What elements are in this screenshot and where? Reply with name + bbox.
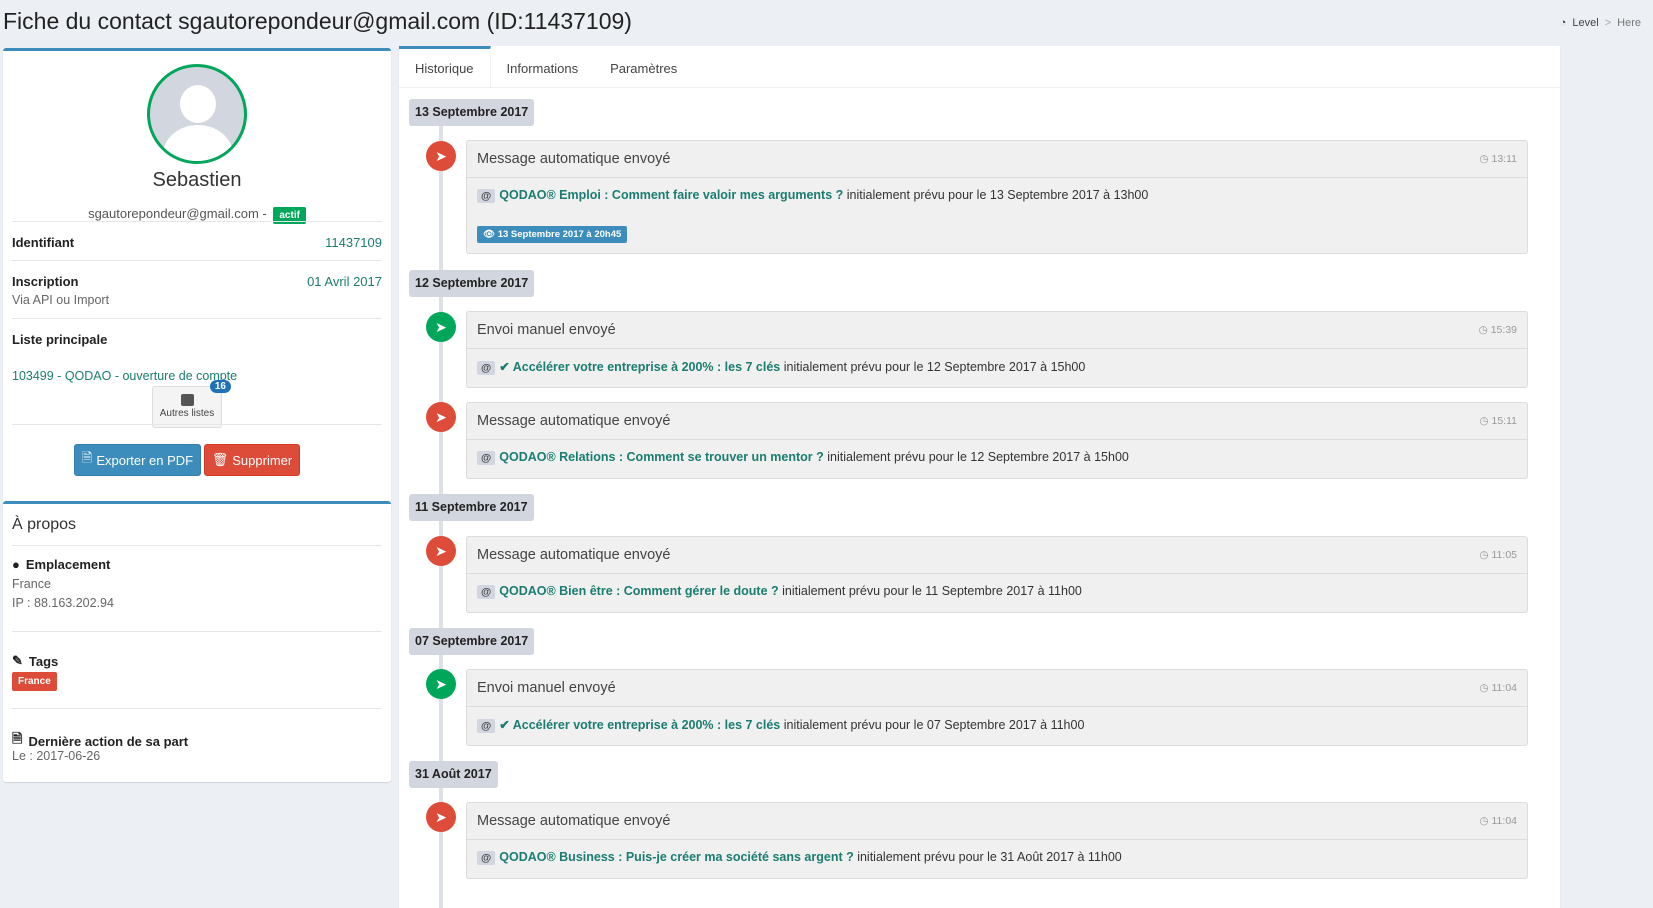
timeline-date: 31 Août 2017: [409, 761, 498, 788]
profile-box: Sebastien sgautorepondeur@gmail.com - ac…: [3, 48, 391, 508]
message-planned: initialement prévu pour le 12 Septembre …: [823, 450, 1129, 464]
page-title: Fiche du contact sgautorepondeur@gmail.c…: [3, 8, 632, 34]
liste-principale-label: Liste principale: [12, 332, 108, 347]
message-subject-link[interactable]: QODAO® Relations : Comment se trouver un…: [499, 450, 824, 464]
tab-informations[interactable]: Informations: [491, 46, 595, 88]
export-pdf-label: Exporter en PDF: [96, 452, 194, 468]
inscription-label: Inscription: [12, 274, 79, 289]
inscription-via: Via API ou Import: [12, 293, 110, 307]
rocket-icon: ➤: [426, 141, 456, 171]
rocket-icon: ➤: [426, 802, 456, 832]
message-subject-link[interactable]: ✔ Accélérer votre entreprise à 200% : le…: [499, 718, 780, 732]
contact-email-line: sgautorepondeur@gmail.com - actif: [3, 206, 391, 224]
tab-historique[interactable]: Historique: [399, 46, 491, 88]
email-icon: @: [477, 361, 496, 375]
message-subject-link[interactable]: ✔ Accélérer votre entreprise à 200% : le…: [499, 360, 780, 374]
tab-parametres[interactable]: Paramètres: [594, 46, 693, 88]
message-planned: initialement prévu pour le 07 Septembre …: [780, 718, 1085, 732]
liste-principale-link[interactable]: 103499 - QODAO - ouverture de compte: [12, 369, 237, 383]
avatar: [147, 64, 247, 164]
autres-listes-button[interactable]: Autres listes 16: [152, 380, 231, 428]
tab-bar: Historique Informations Paramètres: [399, 46, 1560, 88]
tag-badge[interactable]: France: [12, 672, 57, 691]
email-icon: @: [477, 851, 496, 865]
about-box: À propos ● Emplacement France IP : 88.16…: [3, 501, 391, 782]
last-action-label: Dernière action de sa part: [28, 733, 189, 749]
country-value: France: [12, 577, 51, 591]
contact-name: Sebastien: [152, 169, 242, 191]
delete-button[interactable]: 🗑 Supprimer: [204, 444, 300, 476]
timeline-item-title: Message automatique envoyé: [477, 151, 671, 167]
timeline-date: 12 Septembre 2017: [409, 270, 535, 297]
tab-panel: Historique Informations Paramètres 13 Se…: [399, 46, 1560, 908]
timeline-item: Message automatique envoyé ◷ 15:11 @ QODAO…: [466, 402, 1528, 479]
message-planned: initialement prévu pour le 11 Septembre …: [778, 584, 1082, 598]
timeline-item-time: ◷ 13:11: [1479, 153, 1517, 165]
timeline-item: Message automatique envoyé ◷ 11:04 @ QODAO…: [466, 802, 1528, 879]
dashboard-icon: ◔: [1559, 17, 1567, 29]
paper-plane-icon: ➤: [426, 669, 456, 699]
timeline-date: 11 Septembre 2017: [409, 494, 534, 521]
email-icon: @: [477, 189, 496, 203]
breadcrumb: ◔ Level > Here: [1560, 17, 1641, 29]
rocket-icon: ➤: [426, 402, 456, 432]
timeline-item-title: Envoi manuel envoyé: [477, 322, 616, 338]
timeline-item: Message automatique envoyé ◷ 13:11 @ QODAO…: [466, 140, 1528, 254]
trash-icon: 🗑: [211, 452, 229, 467]
timeline-item-time: ◷ 15:39: [1478, 324, 1517, 336]
ip-value: IP : 88.163.202.94: [12, 596, 114, 610]
contact-email: sgautorepondeur@gmail.com -: [88, 206, 267, 221]
identifiant-label: Identifiant: [12, 235, 75, 250]
map-marker-icon: ●: [12, 557, 20, 572]
inscription-value[interactable]: 01 Avril 2017: [307, 274, 382, 289]
message-planned: initialement prévu pour le 12 Septembre …: [780, 360, 1086, 374]
timeline-item: Envoi manuel envoyé ◷ 11:04 @ ✔ Accélérer …: [466, 669, 1528, 746]
emplacement-heading: ● Emplacement: [12, 557, 110, 572]
timeline-item-title: Message automatique envoyé: [477, 547, 671, 563]
emplacement-label: Emplacement: [25, 557, 111, 572]
timeline-item-time: ◷ 11:04: [1479, 682, 1517, 694]
rocket-icon: ➤: [426, 536, 456, 566]
message-subject-link[interactable]: QODAO® Emploi : Comment faire valoir mes…: [499, 188, 843, 202]
about-title: À propos: [12, 516, 77, 533]
message-planned: initialement prévu pour le 31 Août 2017 …: [853, 850, 1122, 864]
timeline-item-title: Message automatique envoyé: [477, 813, 671, 829]
email-icon: @: [477, 451, 496, 465]
message-planned: initialement prévu pour le 13 Septembre …: [843, 188, 1149, 202]
paper-plane-icon: ➤: [426, 312, 456, 342]
timeline-item: Message automatique envoyé ◷ 11:05 @ QODAO…: [466, 536, 1528, 613]
identifiant-value[interactable]: 11437109: [325, 235, 382, 250]
export-pdf-button[interactable]: 🗎 Exporter en PDF: [74, 444, 201, 476]
message-subject-link[interactable]: QODAO® Bien être : Comment gérer le dout…: [499, 584, 778, 598]
timeline-date: 13 Septembre 2017: [409, 99, 535, 126]
contacts-icon: [180, 394, 194, 406]
timeline-item-time: ◷ 15:11: [1479, 415, 1517, 427]
file-pdf-icon: 🗎: [81, 450, 93, 465]
email-icon: @: [477, 719, 496, 733]
breadcrumb-here: Here: [1617, 17, 1641, 29]
timeline-item-time: ◷ 11:05: [1479, 549, 1517, 561]
viewed-badge: 👁 13 Septembre 2017 à 20h45: [477, 226, 628, 243]
timeline-date: 07 Septembre 2017: [409, 628, 535, 655]
autres-listes-label: Autres listes: [159, 408, 215, 419]
pencil-icon: ✎: [12, 653, 23, 668]
breadcrumb-separator: >: [1604, 17, 1612, 29]
timeline-item-time: ◷ 11:04: [1479, 815, 1517, 827]
message-subject-link[interactable]: QODAO® Business : Puis-je créer ma socié…: [499, 850, 853, 864]
tags-label: Tags: [28, 653, 59, 669]
email-icon: @: [477, 585, 496, 599]
autres-listes-count: 16: [209, 380, 231, 393]
breadcrumb-level[interactable]: Level: [1572, 17, 1598, 29]
timeline-item-title: Envoi manuel envoyé: [477, 680, 616, 696]
delete-label: Supprimer: [232, 452, 293, 468]
last-action-value: Le : 2017-06-26: [12, 749, 101, 763]
timeline-item-title: Message automatique envoyé: [477, 413, 671, 429]
timeline-item: Envoi manuel envoyé ◷ 15:39 @ ✔ Accélérer …: [466, 311, 1528, 388]
tags-heading: ✎ Tags: [12, 653, 58, 669]
